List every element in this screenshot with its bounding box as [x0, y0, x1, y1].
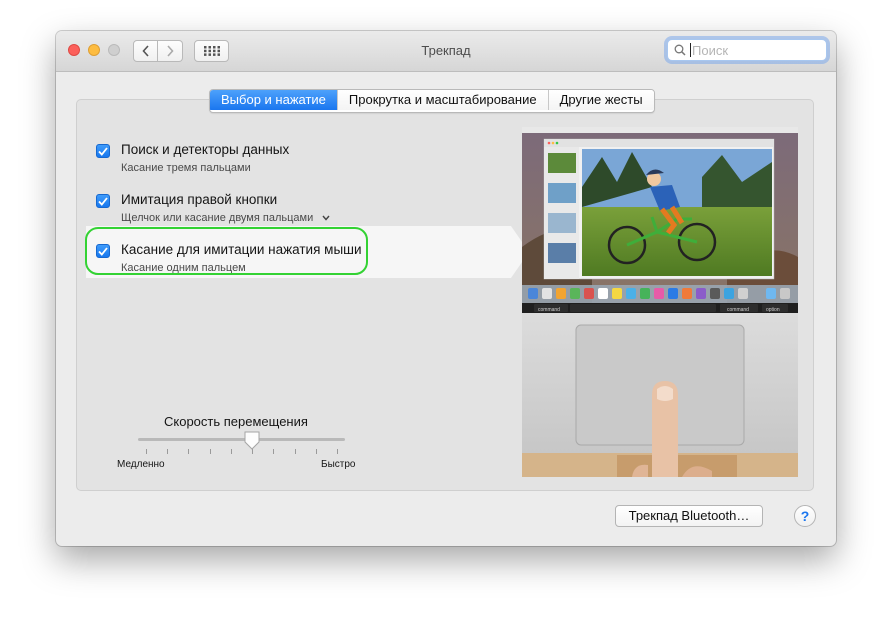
slider-tick: [188, 449, 190, 454]
text-cursor: [690, 43, 691, 57]
secondary-click-dropdown[interactable]: Щелчок или касание двумя пальцами: [121, 212, 330, 224]
secondary-click-checkbox[interactable]: [96, 194, 110, 208]
checkmark-icon: [98, 196, 108, 206]
setup-bluetooth-trackpad-button[interactable]: Трекпад Bluetooth…: [615, 505, 763, 527]
slider-tick: [146, 449, 147, 454]
slider-knob[interactable]: [244, 431, 260, 450]
help-button[interactable]: ?: [794, 505, 816, 527]
option-subtitle: Касание тремя пальцами: [121, 162, 251, 174]
gesture-preview: command command option: [522, 127, 798, 477]
tab-bar: Выбор и нажатие Прокрутка и масштабирова…: [209, 89, 655, 113]
slider-min-label: Медленно: [117, 459, 165, 470]
checkmark-icon: [98, 146, 108, 156]
key-label: option: [766, 307, 780, 313]
title-bar: Трекпад: [56, 31, 836, 72]
option-title: Имитация правой кнопки: [121, 192, 278, 207]
preferences-window: Трекпад Выбор и нажатие Прокрутка и масш…: [56, 31, 836, 546]
option-title: Поиск и детекторы данных: [121, 142, 290, 157]
search-field[interactable]: [667, 39, 827, 61]
tracking-speed-slider[interactable]: [138, 438, 345, 441]
slider-tick: [337, 449, 338, 454]
search-input[interactable]: [692, 42, 822, 58]
tab-more-gestures[interactable]: Другие жесты: [547, 90, 654, 110]
lookup-checkbox[interactable]: [96, 144, 110, 158]
slider-tick: [315, 449, 317, 454]
slider-tick: [273, 449, 275, 454]
tracking-speed-label: Скорость перемещения: [164, 414, 308, 429]
search-icon: [674, 44, 686, 56]
slider-tick: [230, 449, 232, 454]
key-label: command: [727, 307, 749, 313]
slider-tick: [167, 449, 169, 454]
slider-max-label: Быстро: [321, 459, 356, 470]
key-label: command: [538, 307, 560, 313]
tab-scroll-and-zoom[interactable]: Прокрутка и масштабирование: [336, 90, 548, 110]
slider-tick: [209, 449, 211, 454]
slider-tick: [294, 449, 296, 454]
tab-point-and-click[interactable]: Выбор и нажатие: [210, 90, 337, 110]
chevron-down-icon: [322, 215, 330, 221]
preview-illustration: command command option: [522, 127, 798, 477]
highlight-ring: [85, 227, 368, 275]
option-subtitle: Щелчок или касание двумя пальцами: [121, 212, 314, 224]
